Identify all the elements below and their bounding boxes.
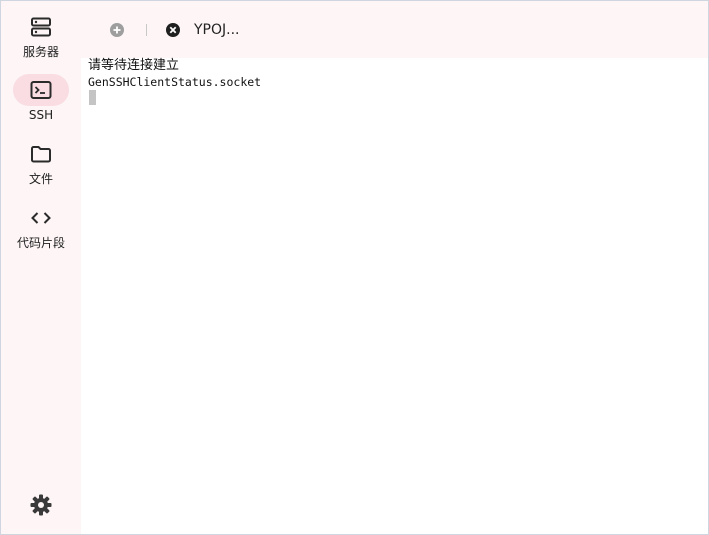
terminal-view[interactable]: 请等待连接建立 GenSSHClientStatus.socket [81,58,708,534]
close-tab-button[interactable] [165,22,181,38]
tab-bar: YPOJ... [81,1,708,58]
sidebar: 服务器 SSH 文件 代码片段 [1,1,81,534]
code-icon [13,202,69,234]
sidebar-item-snippets[interactable]: 代码片段 [1,202,81,250]
add-circle-icon [110,23,124,37]
server-icon [13,11,69,43]
close-circle-icon [166,23,180,37]
app-window: 服务器 SSH 文件 代码片段 YPOJ... 请等待连接建立 GenSSHCl… [0,0,709,535]
sidebar-item-files[interactable]: 文件 [1,138,81,186]
terminal-output-line: GenSSHClientStatus.socket [88,75,262,89]
sidebar-item-label: SSH [28,108,54,122]
connection-status-text: 请等待连接建立 [88,58,180,73]
gear-icon [29,494,53,521]
sidebar-item-label: 代码片段 [16,236,65,250]
sidebar-item-label: 服务器 [22,45,59,59]
folder-icon [13,138,69,170]
terminal-cursor [89,90,96,105]
settings-button[interactable] [29,493,53,517]
sidebar-item-servers[interactable]: 服务器 [1,11,81,59]
sidebar-item-ssh[interactable]: SSH [1,74,81,122]
tab-divider [146,24,147,36]
sidebar-item-label: 文件 [28,172,53,186]
tab-title[interactable]: YPOJ... [194,21,240,39]
terminal-icon [13,74,69,106]
add-tab-button[interactable] [109,22,125,38]
